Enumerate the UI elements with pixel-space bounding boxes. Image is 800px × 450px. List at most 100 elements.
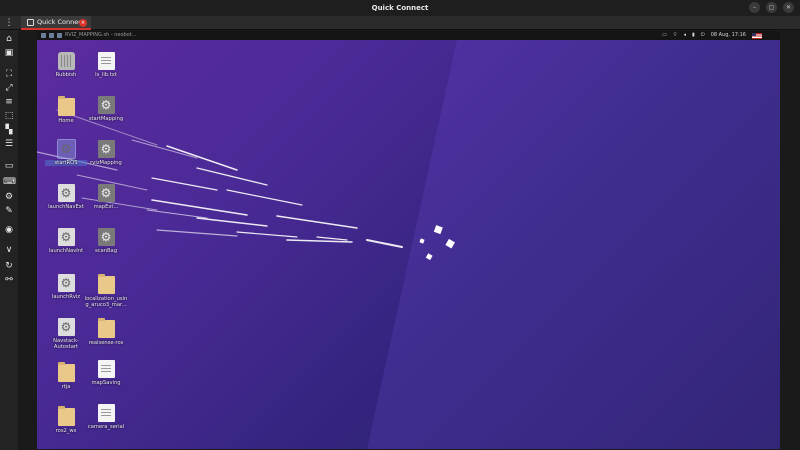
folder-icon [97,274,115,294]
list-icon[interactable]: ☰ [3,138,15,150]
desktop-icon-rvizmapping[interactable]: ⚙ rvizMapping [85,140,127,166]
folder-icon [97,318,115,338]
clock[interactable]: 08 Aug, 17:16 [711,31,746,40]
icon-label: mapSaving [91,380,121,386]
icon-label: rtja [61,384,71,390]
keyboard-layout-flag-icon[interactable] [752,32,762,39]
icon-label: Home [58,118,74,124]
tab-quick-connect[interactable]: Quick Connect × [21,16,91,30]
script-gear-icon: ⚙ [97,228,115,246]
fit-icon[interactable]: ⛶ [3,68,15,80]
script-gear-icon: ⚙ [97,140,115,158]
tab-label: Quick Connect [37,18,85,26]
files-icon[interactable] [49,33,54,38]
text-file-icon [97,360,115,378]
settings-icon[interactable]: ⚙ [3,191,15,203]
tab-bar [0,16,800,30]
window-titlebar: Quick Connect – ▢ ✕ [0,0,800,16]
desktop-icon-scanbag[interactable]: ⚙ scanBag [85,228,127,254]
keyboard-icon[interactable]: ⌨ [3,176,16,188]
window-controls: – ▢ ✕ [749,2,794,13]
desktop-icon-rtja[interactable]: rtja [45,362,87,390]
desktop-icon-mapext[interactable]: ⚙ mapExt... [85,184,127,210]
desktop-icon-ls-lib[interactable]: ls_lib.txt [85,52,127,78]
connection-icon [27,19,34,26]
remote-tray: ▭ ⌔ ◂ ▮ ⏻ 08 Aug, 17:16 [662,31,762,40]
active-task-title[interactable]: RVIZ_MAPPING.sh - neobot... [65,31,137,40]
folder-icon [57,362,75,382]
script-gear-icon: ⚙ [97,184,115,202]
battery-icon[interactable]: ▮ [692,31,695,40]
text-file-icon [97,404,115,422]
desktop-icon-startros[interactable]: ⚙ startROS [45,139,87,166]
desktop-icon-camera-serial[interactable]: camera_serial [85,404,127,430]
app-menu-icon[interactable] [41,33,46,38]
icon-label: startROS [45,160,87,166]
text-file-icon [97,52,115,70]
desktop-icon-realsense[interactable]: realsense-ros [85,318,127,346]
icon-label: ls_lib.txt [95,72,117,78]
tools-icon[interactable]: ✎ [3,205,15,217]
icon-label: realsense-ros [88,340,124,346]
minimize-button[interactable]: – [749,2,760,13]
desktop-icon-home[interactable]: Home [45,96,87,124]
script-gear-icon: ⚙ [57,184,75,202]
sound-icon[interactable]: ◂ [683,31,686,40]
icon-label: localization_usin g_aruco3_mar... [84,296,128,308]
window-title: Quick Connect [371,4,429,12]
home-icon[interactable]: ⌂ [3,33,15,45]
screenshot-icon[interactable]: ◉ [3,224,15,236]
icon-label: launchNavExt [48,204,84,210]
window-icon[interactable]: ▣ [3,47,15,59]
desktop-icon-rubbish[interactable]: Rubbish [45,52,87,78]
script-gear-icon: ⚙ [57,274,75,292]
remote-top-panel: RVIZ_MAPPING.sh - neobot... ▭ ⌔ ◂ ▮ ⏻ 08… [37,31,780,40]
script-gear-icon: ⚙ [97,96,115,114]
icon-label: rvizMapping [90,160,122,166]
desktop-icon-startmapping[interactable]: ⚙ startMapping [85,96,127,122]
desktop-icon-localization[interactable]: localization_usin g_aruco3_mar... [83,274,129,308]
icon-label: mapExt... [93,204,119,210]
desktop-icon-launchnavint[interactable]: ⚙ launchNavInt [45,228,87,254]
fullscreen-icon[interactable]: ⤢ [3,82,15,94]
grid-icon[interactable]: ▚ [3,124,15,136]
desktop-icon-mapsaving[interactable]: mapSaving [85,360,127,386]
desktop-icon-launchnavext[interactable]: ⚙ launchNavExt [45,184,87,210]
icon-label: startMapping [88,116,124,122]
script-gear-icon: ⚙ [57,318,75,336]
display-icon[interactable]: ▭ [662,31,667,40]
remote-taskbar: RVIZ_MAPPING.sh - neobot... [41,31,137,40]
refresh-icon[interactable]: ↻ [3,260,15,272]
menu-icon[interactable]: ≡ [3,96,15,108]
desktop-icon-navstack[interactable]: ⚙ Navstack-Autostart [45,318,87,350]
maximize-button[interactable]: ▢ [766,2,777,13]
terminal-icon[interactable]: ▭ [3,160,15,172]
close-button[interactable]: ✕ [783,2,794,13]
remote-screen[interactable]: RVIZ_MAPPING.sh - neobot... ▭ ⌔ ◂ ▮ ⏻ 08… [37,31,780,449]
tab-close-icon[interactable]: × [79,19,87,27]
left-toolbar: ⌂ ▣ ⛶ ⤢ ≡ ⬚ ▚ ☰ ▭ ⌨ ⚙ ✎ ◉ ∨ ↻ ⚯ [0,30,18,450]
select-icon[interactable]: ⬚ [3,110,15,122]
desktop-wallpaper[interactable]: Rubbish ls_lib.txt Home ⚙ startMapping ⚙… [37,40,780,449]
power-icon[interactable]: ⏻ [701,31,705,40]
icon-label: Rubbish [55,72,77,78]
terminal-task-icon[interactable] [57,33,62,38]
folder-icon [57,406,75,426]
chevron-down-icon[interactable]: ∨ [3,244,15,256]
desktop-icon-ros2ws[interactable]: ros2_ws [45,406,87,434]
wallpaper-art [37,40,780,449]
icon-label: camera_serial [87,424,125,430]
menu-kebab-icon[interactable]: ⋮ [4,16,14,30]
icon-label: ros2_ws [55,428,77,434]
desktop-icon-launchrviz[interactable]: ⚙ launchRviz [45,274,87,300]
wifi-icon[interactable]: ⌔ [673,31,678,40]
disconnect-icon[interactable]: ⚯ [3,274,15,286]
script-gear-icon: ⚙ [57,228,75,246]
script-gear-icon: ⚙ [56,139,76,159]
icon-label: scanBag [94,248,118,254]
icon-label: Navstack-Autostart [53,338,79,350]
trash-icon [57,52,75,70]
icon-label: launchNavInt [48,248,84,254]
icon-label: launchRviz [51,294,81,300]
folder-icon [57,96,75,116]
